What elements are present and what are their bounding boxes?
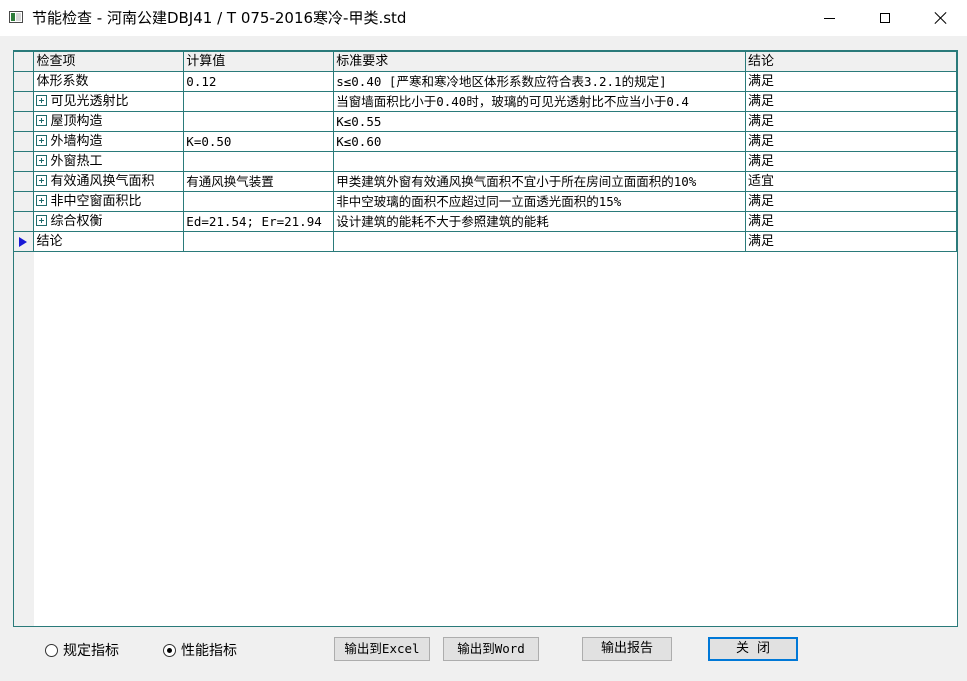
app-window-icon: [9, 11, 23, 23]
cell-value[interactable]: [183, 231, 335, 252]
window-title: 节能检查 - 河南公建DBJ41 / T 075-2016寒冷-甲类.std: [32, 9, 407, 27]
row-indicator[interactable]: [14, 91, 35, 112]
close-button[interactable]: 关闭: [708, 637, 798, 661]
column-header-result[interactable]: 结论: [744, 51, 957, 72]
table-row[interactable]: 可见光透射比 当窗墙面积比小于0.40时，玻璃的可见光透射比不应当小于0.4 满足: [14, 91, 957, 112]
cell-item[interactable]: 外窗热工: [33, 151, 185, 172]
row-indicator[interactable]: [14, 71, 35, 92]
cell-result[interactable]: 满足: [744, 151, 957, 172]
cell-requirement[interactable]: [333, 151, 746, 172]
radio-prescriptive[interactable]: 规定指标: [45, 640, 119, 660]
cell-value[interactable]: K=0.50: [183, 131, 335, 152]
row-indicator[interactable]: [14, 231, 35, 252]
cell-item-label: 外墙构造: [50, 134, 103, 149]
results-table: 检查项 计算值 标准要求 结论 体形系数 0.12 s≤0.40 [严寒和寒冷地区体…: [14, 51, 957, 252]
cell-requirement[interactable]: 设计建筑的能耗不大于参照建筑的能耗: [333, 211, 746, 232]
radio-prescriptive-circle[interactable]: [45, 643, 58, 657]
cell-item[interactable]: 屋顶构造: [33, 111, 185, 132]
row-indicator[interactable]: [14, 111, 35, 132]
expand-plus-icon[interactable]: [36, 195, 48, 206]
cell-item[interactable]: 可见光透射比: [33, 91, 185, 112]
cell-item[interactable]: 体形系数: [33, 71, 185, 92]
column-header-requirement[interactable]: 标准要求: [333, 51, 746, 72]
export-excel-button[interactable]: 输出到Excel: [334, 637, 430, 661]
cell-value[interactable]: 有通风换气装置: [183, 171, 335, 192]
expand-plus-icon[interactable]: [36, 215, 48, 226]
radio-prescriptive-label: 规定指标: [63, 643, 119, 659]
export-report-button[interactable]: 输出报告: [582, 637, 672, 661]
export-word-button[interactable]: 输出到Word: [443, 637, 539, 661]
expand-plus-icon[interactable]: [36, 115, 48, 126]
expand-plus-icon[interactable]: [36, 135, 48, 146]
cell-result[interactable]: 适宜: [744, 171, 957, 192]
cell-value[interactable]: [183, 91, 335, 112]
table-row[interactable]: 非中空窗面积比 非中空玻璃的面积不应超过同一立面透光面积的15% 满足: [14, 191, 957, 212]
expand-plus-icon[interactable]: [36, 95, 48, 106]
radio-performance-label: 性能指标: [181, 643, 237, 659]
cell-requirement[interactable]: K≤0.60: [333, 131, 746, 152]
cell-item-label: 外窗热工: [50, 154, 103, 169]
cell-item[interactable]: 非中空窗面积比: [33, 191, 185, 212]
table-row[interactable]: 综合权衡 Ed=21.54; Er=21.94 设计建筑的能耗不大于参照建筑的能耗满…: [14, 211, 957, 232]
minimize-button[interactable]: [806, 0, 852, 36]
cell-item-label: 体形系数: [36, 74, 89, 89]
table-row[interactable]: 外墙构造 K=0.50 K≤0.60 满足: [14, 131, 957, 152]
table-row[interactable]: 结论 满足: [14, 231, 957, 252]
row-indicator[interactable]: [14, 191, 35, 212]
cell-item-label: 结论: [36, 234, 63, 249]
expand-plus-icon[interactable]: [36, 155, 48, 166]
row-indicator[interactable]: [14, 151, 35, 172]
cell-requirement[interactable]: [333, 231, 746, 252]
cell-item-label: 可见光透射比: [50, 94, 129, 109]
cell-requirement[interactable]: 甲类建筑外窗有效通风换气面积不宜小于所在房间立面面积的10%: [333, 171, 746, 192]
cell-item[interactable]: 结论: [33, 231, 185, 252]
table-row[interactable]: 有效通风换气面积 有通风换气装置 甲类建筑外窗有效通风换气面积不宜小于所在房间立面面…: [14, 171, 957, 192]
column-header-item[interactable]: 检查项: [33, 51, 185, 72]
cell-result[interactable]: 满足: [744, 91, 957, 112]
cell-requirement[interactable]: 非中空玻璃的面积不应超过同一立面透光面积的15%: [333, 191, 746, 212]
row-indicator[interactable]: [14, 171, 35, 192]
table-row[interactable]: 外窗热工 满足: [14, 151, 957, 172]
cell-item[interactable]: 综合权衡: [33, 211, 185, 232]
cell-item-label: 非中空窗面积比: [50, 194, 142, 209]
header-row: 检查项 计算值 标准要求 结论: [14, 51, 957, 72]
expand-plus-icon[interactable]: [36, 175, 48, 186]
maximize-icon: [880, 13, 890, 23]
cell-result[interactable]: 满足: [744, 211, 957, 232]
cell-item-label: 综合权衡: [50, 214, 103, 229]
cell-result[interactable]: 满足: [744, 71, 957, 92]
maximize-button[interactable]: [862, 0, 908, 36]
current-row-pointer-icon: [19, 236, 27, 247]
row-indicator[interactable]: [14, 131, 35, 152]
table-row[interactable]: 体形系数 0.12 s≤0.40 [严寒和寒冷地区体形系数应符合表3.2.1的规定]…: [14, 71, 957, 92]
cell-requirement[interactable]: s≤0.40 [严寒和寒冷地区体形系数应符合表3.2.1的规定]: [333, 71, 746, 92]
table-row[interactable]: 屋顶构造 K≤0.55 满足: [14, 111, 957, 132]
radio-performance[interactable]: 性能指标: [163, 640, 237, 660]
cell-item-label: 有效通风换气面积: [50, 174, 155, 189]
cell-result[interactable]: 满足: [744, 231, 957, 252]
cell-value[interactable]: 0.12: [183, 71, 335, 92]
row-indicator[interactable]: [14, 211, 35, 232]
corner-cell: [14, 51, 35, 72]
cell-value[interactable]: [183, 111, 335, 132]
close-icon: [935, 12, 947, 24]
column-header-value[interactable]: 计算值: [183, 51, 335, 72]
check-results-grid[interactable]: 检查项 计算值 标准要求 结论 体形系数 0.12 s≤0.40 [严寒和寒冷地区体…: [13, 50, 958, 627]
cell-value[interactable]: Ed=21.54; Er=21.94: [183, 211, 335, 232]
radio-performance-circle[interactable]: [163, 643, 176, 657]
cell-value[interactable]: [183, 151, 335, 172]
title-bar: 节能检查 - 河南公建DBJ41 / T 075-2016寒冷-甲类.std: [0, 0, 967, 36]
minimize-icon: [823, 17, 835, 19]
cell-item[interactable]: 外墙构造: [33, 131, 185, 152]
cell-result[interactable]: 满足: [744, 191, 957, 212]
cell-result[interactable]: 满足: [744, 131, 957, 152]
cell-requirement[interactable]: K≤0.55: [333, 111, 746, 132]
cell-value[interactable]: [183, 191, 335, 212]
cell-result[interactable]: 满足: [744, 111, 957, 132]
close-window-button[interactable]: [918, 0, 964, 36]
cell-item[interactable]: 有效通风换气面积: [33, 171, 185, 192]
cell-requirement[interactable]: 当窗墙面积比小于0.40时，玻璃的可见光透射比不应当小于0.4: [333, 91, 746, 112]
cell-item-label: 屋顶构造: [50, 114, 103, 129]
